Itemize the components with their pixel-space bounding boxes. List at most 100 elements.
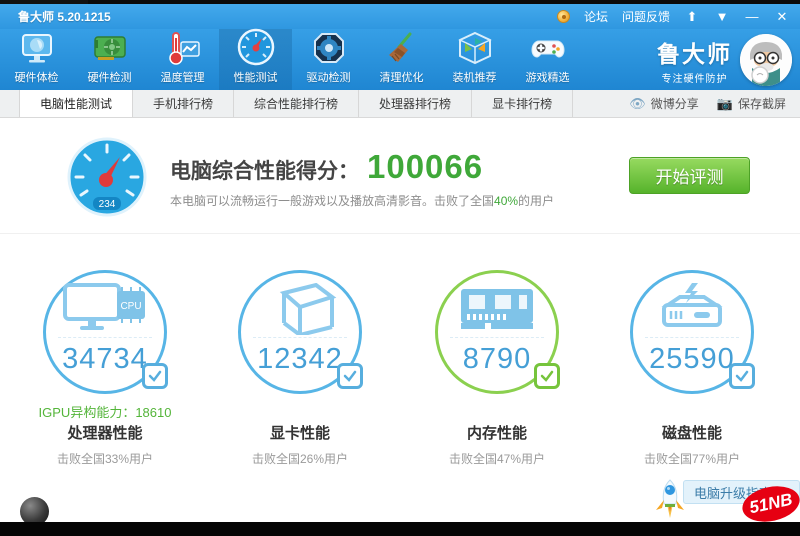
score-block: 电脑综合性能得分： 100066 本电脑可以流畅运行一般游戏以及播放高清影音。击… bbox=[170, 148, 554, 209]
close-button[interactable]: ✕ bbox=[774, 9, 790, 25]
score-description: 本电脑可以流畅运行一般游戏以及播放高清影音。击败了全国40%的用户 bbox=[170, 192, 554, 209]
weibo-share-label: 微博分享 bbox=[651, 95, 699, 112]
tab-gpu-ranking[interactable]: 显卡排行榜 bbox=[472, 90, 573, 117]
gauge-gpu: 12342 显卡性能 击败全国26%用户 bbox=[207, 270, 393, 467]
toolbar-item-cleanup[interactable]: 清理优化 bbox=[365, 29, 438, 90]
score-value: 100066 bbox=[367, 148, 483, 186]
window-title: 鲁大师 5.20.1215 bbox=[18, 8, 111, 25]
gauge-cpu: CPU 34734 IGPU异构能力：18610 处理器性能 击败全国33%用户 bbox=[12, 270, 198, 467]
broom-icon bbox=[383, 29, 421, 66]
gauge-dotted-line bbox=[253, 337, 347, 338]
memory-check-badge bbox=[534, 363, 560, 389]
rocket-icon[interactable] bbox=[652, 478, 688, 522]
score-desc-prefix: 本电脑可以流畅运行一般游戏以及播放高清影音。击败了全国 bbox=[170, 194, 494, 208]
disk-check-badge bbox=[729, 363, 755, 389]
disk-gauge-beat: 击败全国77%用户 bbox=[599, 450, 785, 467]
thermometer-icon bbox=[164, 29, 202, 66]
gpu-card-icon bbox=[91, 29, 129, 66]
gamepad-icon bbox=[529, 29, 567, 66]
app-window: 鲁大师 5.20.1215 论坛 问题反馈 ⬆ ▼ — ✕ 硬件体检 硬件检测 bbox=[0, 0, 800, 536]
toolbar-item-label: 硬件检测 bbox=[88, 69, 132, 85]
mascot-avatar[interactable] bbox=[740, 34, 792, 86]
memory-gauge-extra bbox=[404, 402, 590, 418]
start-benchmark-button[interactable]: 开始评测 bbox=[629, 157, 750, 194]
tab-overall-ranking[interactable]: 综合性能排行榜 bbox=[234, 90, 359, 117]
monitor-check-icon bbox=[18, 29, 56, 66]
brand-text: 鲁大师 专注硬件防护 bbox=[657, 35, 732, 85]
toolbar-item-driver-check[interactable]: 驱动检测 bbox=[292, 29, 365, 90]
toolbar-item-label: 性能测试 bbox=[234, 69, 278, 85]
weibo-share-button[interactable]: 👁 微博分享 bbox=[629, 95, 699, 112]
gpu-gauge-ring[interactable]: 12342 bbox=[238, 270, 362, 394]
cpu-check-badge bbox=[142, 363, 168, 389]
gauge-dotted-line bbox=[58, 337, 152, 338]
minimize-button[interactable]: — bbox=[744, 9, 760, 24]
disk-gauge-extra bbox=[599, 402, 785, 418]
tab-pc-performance-test[interactable]: 电脑性能测试 bbox=[19, 90, 133, 117]
main-toolbar: 硬件体检 硬件检测 温度管理 性能测试 驱动检测 bbox=[0, 29, 800, 90]
screenshot-bottom-edge bbox=[0, 522, 800, 536]
gauge-memory: 8790 内存性能 击败全国47%用户 bbox=[404, 270, 590, 467]
svg-text:CPU: CPU bbox=[120, 301, 141, 312]
toolbar-item-game-picks[interactable]: 游戏精选 bbox=[511, 29, 584, 90]
build-cube-icon bbox=[456, 29, 494, 66]
gpu-gauge-beat: 击败全国26%用户 bbox=[207, 450, 393, 467]
score-desc-percent: 40% bbox=[494, 194, 518, 208]
disk-lightning-icon bbox=[633, 283, 751, 335]
overall-speedometer-icon: 234 bbox=[63, 137, 151, 219]
igpu-heterogeneous-score: IGPU异构能力：18610 bbox=[12, 402, 198, 418]
save-screenshot-label: 保存截屏 bbox=[738, 95, 786, 112]
tabbar-actions: 👁 微博分享 📷 保存截屏 bbox=[629, 90, 786, 117]
toolbar-item-label: 驱动检测 bbox=[307, 69, 351, 85]
brand-block: 鲁大师 专注硬件防护 bbox=[657, 29, 792, 90]
gauge-dotted-line bbox=[450, 337, 544, 338]
speedometer-icon bbox=[237, 28, 275, 66]
save-screenshot-button[interactable]: 📷 保存截屏 bbox=[717, 95, 786, 112]
speedometer-badge-text: 234 bbox=[99, 199, 116, 210]
cpu-gauge-name: 处理器性能 bbox=[12, 422, 198, 443]
toolbar-item-hardware-checkup[interactable]: 硬件体检 bbox=[0, 29, 73, 90]
section-divider bbox=[0, 233, 800, 234]
tab-cpu-ranking[interactable]: 处理器排行榜 bbox=[359, 90, 472, 117]
gpu-check-badge bbox=[337, 363, 363, 389]
cpu-monitor-icon: CPU bbox=[46, 283, 164, 335]
disk-gauge-ring[interactable]: 25590 bbox=[630, 270, 754, 394]
toolbar-item-label: 清理优化 bbox=[380, 69, 424, 85]
score-desc-suffix: 的用户 bbox=[518, 194, 554, 208]
cpu-gauge-beat: 击败全国33%用户 bbox=[12, 450, 198, 467]
driver-gear-icon bbox=[310, 29, 348, 66]
toolbar-item-performance-test[interactable]: 性能测试 bbox=[219, 29, 292, 90]
toolbar-item-build-recommend[interactable]: 装机推荐 bbox=[438, 29, 511, 90]
medal-icon[interactable] bbox=[557, 10, 570, 23]
memory-gauge-ring[interactable]: 8790 bbox=[435, 270, 559, 394]
memory-stick-icon bbox=[438, 283, 556, 335]
toolbar-item-label: 温度管理 bbox=[161, 69, 205, 85]
toolbar-item-label: 硬件体检 bbox=[15, 69, 59, 85]
titlebar-controls: 论坛 问题反馈 ⬆ ▼ — ✕ bbox=[557, 8, 790, 25]
gpu-gauge-name: 显卡性能 bbox=[207, 422, 393, 443]
memory-gauge-beat: 击败全国47%用户 bbox=[404, 450, 590, 467]
gauge-dotted-line bbox=[645, 337, 739, 338]
weibo-icon: 👁 bbox=[629, 96, 646, 112]
titlebar: 鲁大师 5.20.1215 论坛 问题反馈 ⬆ ▼ — ✕ bbox=[0, 4, 800, 29]
disk-gauge-name: 磁盘性能 bbox=[599, 422, 785, 443]
tab-bar: 电脑性能测试 手机排行榜 综合性能排行榜 处理器排行榜 显卡排行榜 👁 微博分享… bbox=[0, 90, 800, 118]
score-label: 电脑综合性能得分： bbox=[170, 155, 359, 185]
memory-gauge-name: 内存性能 bbox=[404, 422, 590, 443]
forum-link[interactable]: 论坛 bbox=[584, 8, 608, 25]
gpu-gauge-extra bbox=[207, 402, 393, 418]
tab-phone-ranking[interactable]: 手机排行榜 bbox=[133, 90, 234, 117]
toolbar-item-hardware-test[interactable]: 硬件检测 bbox=[73, 29, 146, 90]
update-icon[interactable]: ⬆ bbox=[684, 9, 700, 25]
toolbar-item-label: 装机推荐 bbox=[453, 69, 497, 85]
toolbar-item-temperature[interactable]: 温度管理 bbox=[146, 29, 219, 90]
cube-3d-icon bbox=[241, 283, 359, 335]
feedback-link[interactable]: 问题反馈 bbox=[622, 8, 670, 25]
brand-slogan: 专注硬件防护 bbox=[657, 70, 732, 85]
skin-icon[interactable]: ▼ bbox=[714, 9, 730, 24]
gauge-disk: 25590 磁盘性能 击败全国77%用户 bbox=[599, 270, 785, 467]
toolbar-item-label: 游戏精选 bbox=[526, 69, 570, 85]
brand-name: 鲁大师 bbox=[657, 35, 732, 69]
camera-icon: 📷 bbox=[717, 96, 733, 112]
cpu-gauge-ring[interactable]: CPU 34734 bbox=[43, 270, 167, 394]
